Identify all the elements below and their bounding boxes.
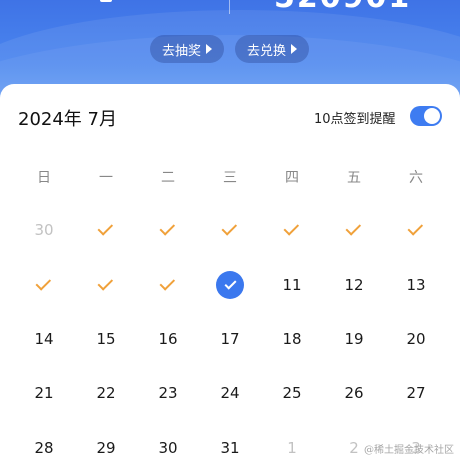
- weekday-header: 五: [347, 170, 361, 186]
- day-cell[interactable]: 18: [261, 319, 323, 359]
- weekday-header: 日: [37, 170, 51, 186]
- go-draw-label: 去抽奖: [162, 43, 202, 59]
- day-cell[interactable]: 15: [75, 319, 137, 359]
- reminder-label: 10点签到提醒: [314, 112, 396, 127]
- checkmark-icon: [407, 220, 424, 236]
- day-cell-checked[interactable]: [199, 210, 261, 250]
- day-number: 31: [220, 439, 240, 457]
- checkmark-icon: [223, 277, 237, 290]
- day-cell-checked[interactable]: [75, 265, 137, 305]
- day-number: 29: [96, 439, 116, 457]
- day-number: 12: [344, 276, 364, 294]
- play-triangle-icon: [291, 44, 298, 54]
- day-number: 20: [406, 330, 426, 348]
- day-cell[interactable]: 30: [137, 428, 199, 460]
- day-cell[interactable]: 25: [261, 373, 323, 413]
- go-redeem-button[interactable]: 去兑换: [235, 35, 310, 63]
- today-check-badge: [216, 271, 244, 299]
- month-title: 2024年 7月: [18, 109, 117, 130]
- day-cell[interactable]: 14: [13, 319, 75, 359]
- day-cell-today[interactable]: [199, 265, 261, 305]
- day-number: 2: [349, 439, 359, 457]
- day-number: 25: [282, 384, 302, 402]
- banner-top-right-value: 520901: [274, 0, 411, 15]
- day-cell-checked[interactable]: [385, 210, 447, 250]
- weekday-header: 二: [161, 170, 175, 186]
- day-cell[interactable]: 13: [385, 265, 447, 305]
- day-number: 11: [282, 276, 302, 294]
- day-number: 21: [34, 384, 54, 402]
- day-number: 28: [34, 439, 54, 457]
- day-number: 18: [282, 330, 302, 348]
- day-number: 17: [220, 330, 240, 348]
- banner-divider: [229, 0, 230, 14]
- day-number: 30: [158, 439, 178, 457]
- checkmark-icon: [221, 220, 238, 236]
- play-triangle-icon: [206, 44, 213, 54]
- banner-top-left-value: [100, 0, 112, 2]
- day-cell-checked[interactable]: [323, 210, 385, 250]
- day-number: 19: [344, 330, 364, 348]
- checkmark-icon: [345, 220, 362, 236]
- day-cell[interactable]: 17: [199, 319, 261, 359]
- day-cell-checked[interactable]: [137, 210, 199, 250]
- weekday-header: 六: [409, 170, 423, 186]
- day-number: 13: [406, 276, 426, 294]
- weekday-header: 三: [223, 170, 237, 186]
- weekday-header: 四: [285, 170, 299, 186]
- checkmark-icon: [97, 220, 114, 236]
- checkmark-icon: [283, 220, 300, 236]
- day-cell[interactable]: 27: [385, 373, 447, 413]
- day-cell[interactable]: 16: [137, 319, 199, 359]
- checkmark-icon: [97, 275, 114, 291]
- checkmark-icon: [159, 220, 176, 236]
- day-number: 22: [96, 384, 116, 402]
- day-cell[interactable]: 11: [261, 265, 323, 305]
- day-cell[interactable]: 20: [385, 319, 447, 359]
- toggle-knob: [424, 108, 440, 124]
- go-draw-button[interactable]: 去抽奖: [150, 35, 225, 63]
- day-cell[interactable]: 28: [13, 428, 75, 460]
- checkmark-icon: [35, 275, 52, 291]
- day-number: 27: [406, 384, 426, 402]
- day-cell[interactable]: 22: [75, 373, 137, 413]
- day-number: 14: [34, 330, 54, 348]
- day-number: 16: [158, 330, 178, 348]
- checkin-calendar-card: 2024年 7月 10点签到提醒 日一二三四五六 30 11 12 13 14 15 16 17…: [0, 84, 460, 460]
- go-redeem-label: 去兑换: [247, 43, 287, 59]
- day-number: 15: [96, 330, 116, 348]
- weekday-header: 一: [99, 170, 113, 186]
- day-cell[interactable]: 29: [75, 428, 137, 460]
- day-cell-other-month[interactable]: 30: [13, 210, 75, 250]
- day-number: 26: [344, 384, 364, 402]
- day-cell-other-month[interactable]: 1: [261, 428, 323, 460]
- day-cell[interactable]: 23: [137, 373, 199, 413]
- day-cell-checked[interactable]: [75, 210, 137, 250]
- day-cell-checked[interactable]: [13, 265, 75, 305]
- day-cell[interactable]: 12: [323, 265, 385, 305]
- day-number: 1: [287, 439, 297, 457]
- watermark: @稀土掘金技术社区: [364, 445, 454, 456]
- day-cell-checked[interactable]: [261, 210, 323, 250]
- day-cell[interactable]: 21: [13, 373, 75, 413]
- day-number: 23: [158, 384, 178, 402]
- checkmark-icon: [159, 275, 176, 291]
- day-cell[interactable]: 24: [199, 373, 261, 413]
- day-number: 30: [34, 221, 54, 239]
- day-cell-checked[interactable]: [137, 265, 199, 305]
- day-number: 24: [220, 384, 240, 402]
- reminder-toggle[interactable]: [410, 106, 442, 126]
- day-cell[interactable]: 26: [323, 373, 385, 413]
- day-cell[interactable]: 31: [199, 428, 261, 460]
- day-cell[interactable]: 19: [323, 319, 385, 359]
